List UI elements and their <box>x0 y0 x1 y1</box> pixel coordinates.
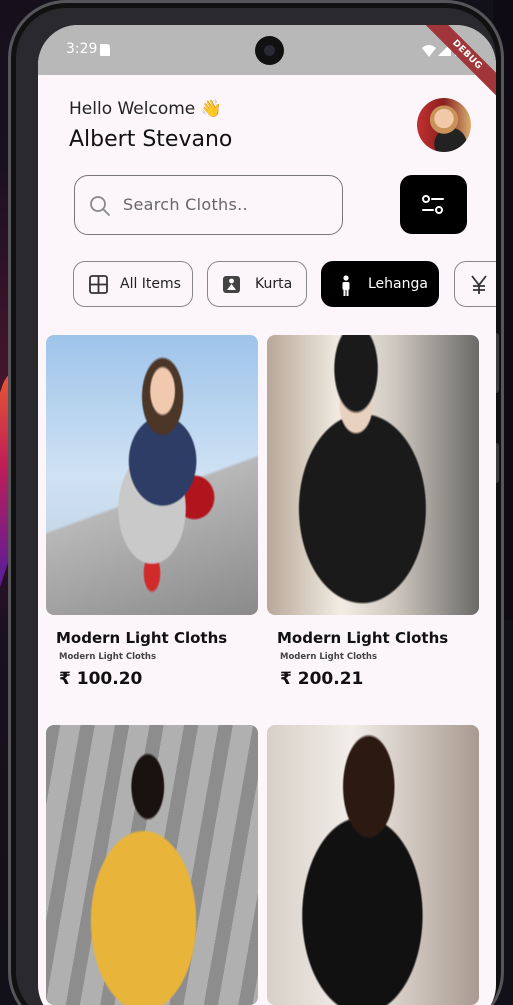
search-icon <box>90 196 110 216</box>
sd-card-icon <box>100 44 110 56</box>
tab-label: All Items <box>120 276 181 292</box>
search-placeholder: Search Cloths.. <box>123 195 248 214</box>
app-screen: 3:29 DEBUG Hello Welcome 👋 Albert Stevan… <box>38 25 496 1005</box>
product-image <box>267 725 479 1005</box>
grid-icon <box>89 275 108 294</box>
tab-all-items[interactable]: All Items <box>73 261 193 307</box>
product-price: ₹ 100.20 <box>59 669 143 689</box>
product-image <box>267 335 479 615</box>
search-input[interactable]: Search Cloths.. <box>74 175 343 235</box>
avatar[interactable] <box>417 98 471 152</box>
device-stage: 3:29 DEBUG Hello Welcome 👋 Albert Stevan… <box>0 0 513 1005</box>
wifi-icon <box>422 45 436 57</box>
filter-button[interactable] <box>400 175 467 234</box>
product-subtitle: Modern Light Cloths <box>59 652 157 662</box>
product-image <box>46 335 258 615</box>
person-icon <box>342 275 350 296</box>
product-subtitle: Modern Light Cloths <box>280 652 378 662</box>
tab-label: Lehanga <box>368 276 428 292</box>
status-time: 3:29 <box>66 41 98 57</box>
tab-kurta[interactable]: Kurta <box>207 261 307 307</box>
filter-icon <box>422 195 444 214</box>
dress-icon <box>223 276 240 293</box>
tab-label: Kurta <box>255 276 293 292</box>
user-name: Albert Stevano <box>69 127 233 152</box>
front-camera <box>255 36 284 65</box>
phone-frame: 3:29 DEBUG Hello Welcome 👋 Albert Stevan… <box>8 0 504 1005</box>
product-title: Modern Light Cloths <box>56 629 228 647</box>
yen-icon <box>471 275 487 294</box>
product-title: Modern Light Cloths <box>277 629 449 647</box>
greeting-text: Hello Welcome 👋 <box>69 99 222 119</box>
status-bar: 3:29 DEBUG <box>38 25 496 100</box>
product-price: ₹ 200.21 <box>280 669 364 689</box>
category-tabs: All Items Kurta Lehanga <box>73 261 496 308</box>
tab-lehanga[interactable]: Lehanga <box>321 261 439 307</box>
product-image <box>46 725 258 1005</box>
debug-banner: DEBUG <box>422 25 496 100</box>
tab-yen[interactable] <box>454 261 496 307</box>
